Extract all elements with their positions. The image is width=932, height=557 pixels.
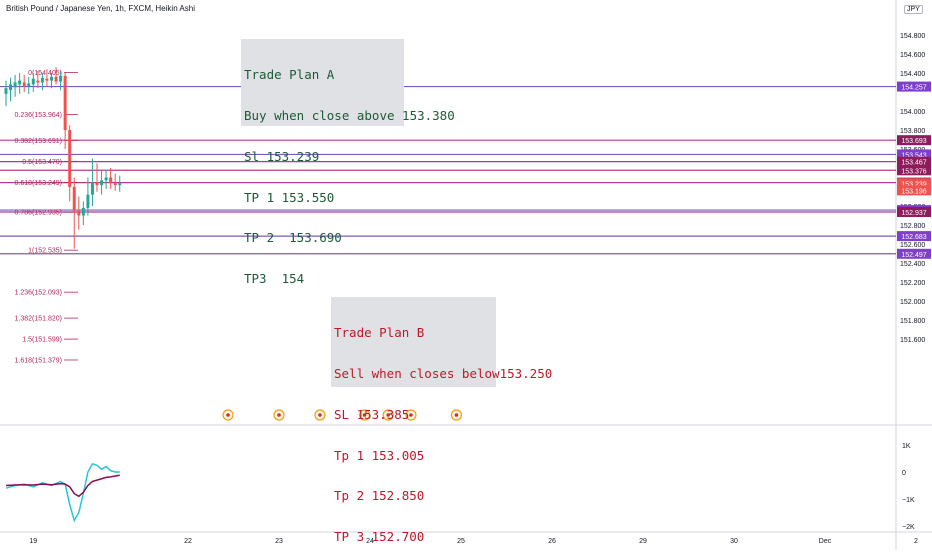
event-marker-dot — [277, 413, 281, 417]
osc-tick-label: 0 — [902, 470, 906, 477]
fib-label: 0.236(153.964) — [15, 112, 62, 119]
plan-b-line: Sell when closes below153.250 — [334, 365, 553, 381]
candle-body — [100, 180, 104, 186]
level-badge-label: 153.693 — [901, 138, 926, 145]
chart-title: British Pound / Japanese Yen, 1h, FXCM, … — [6, 4, 195, 13]
level-badge-label: 152.497 — [901, 252, 926, 259]
price-tick-label: 152.200 — [900, 280, 925, 287]
currency-badge[interactable]: JPY — [904, 5, 923, 14]
plan-a-line: TP3 154 — [244, 271, 305, 287]
candle-body — [22, 82, 26, 87]
level-badge-label: 153.376 — [901, 168, 926, 175]
candle-body — [118, 183, 122, 186]
candle-body — [4, 88, 8, 94]
plan-a-line: Buy when close above 153.380 — [244, 107, 455, 123]
fib-label: 0.382(153.691) — [15, 138, 62, 145]
candle-body — [63, 75, 67, 130]
candle-body — [45, 78, 49, 81]
time-tick-label: Dec — [819, 538, 832, 545]
plan-a-line: Trade Plan A — [244, 67, 335, 83]
candle-body — [86, 194, 90, 208]
level-badge-label: 154.257 — [901, 85, 926, 92]
fib-label: 0.5(153.470) — [22, 159, 62, 166]
candle-body — [95, 182, 99, 186]
price-tick-label: 154.800 — [900, 33, 925, 40]
plan-b-line: Tp 1 153.005 — [334, 447, 425, 463]
candle-body — [9, 84, 13, 91]
fib-label: 0.618(153.249) — [15, 180, 62, 187]
price-tick-label: 154.000 — [900, 109, 925, 116]
candle-body — [90, 182, 94, 195]
candle-body — [68, 130, 72, 187]
candle-body — [50, 76, 53, 81]
fib-label: 1.5(151.599) — [22, 337, 62, 344]
osc-series-line — [5, 463, 120, 523]
candle-body — [27, 83, 31, 87]
time-tick-label: 2 — [914, 538, 918, 545]
candle-body — [77, 210, 81, 216]
price-tick-label: 151.800 — [900, 318, 925, 325]
time-tick-label: 30 — [730, 538, 738, 545]
price-tick-label: 152.000 — [900, 299, 925, 306]
plan-a-line: TP 1 153.550 — [244, 189, 335, 205]
time-tick-label: 19 — [29, 538, 37, 545]
trade-plan-a-note[interactable]: Trade Plan A Buy when close above 153.38… — [241, 39, 455, 285]
level-badge-label: 152.683 — [901, 234, 926, 241]
price-tick-label: 152.800 — [900, 223, 925, 230]
osc-tick-label: −2K — [902, 524, 915, 531]
time-tick-label: 26 — [548, 538, 556, 545]
candle-body — [18, 80, 22, 85]
price-tick-label: 153.800 — [900, 128, 925, 135]
trade-plan-b-note[interactable]: Trade Plan B Sell when closes below153.2… — [331, 297, 553, 543]
plan-a-line: Sl 153.239 — [244, 148, 320, 164]
price-tick-label: 152.600 — [900, 242, 925, 249]
plan-b-line: TP 3 152.700 — [334, 529, 425, 545]
oscillator-pane — [5, 463, 120, 523]
plan-a-line: TP 2 153.690 — [244, 230, 342, 246]
event-marker-dot — [318, 413, 322, 417]
price-tick-label: 151.600 — [900, 337, 925, 344]
candle-body — [59, 75, 63, 82]
osc-tick-label: 1K — [902, 443, 911, 450]
candle-body — [72, 187, 76, 211]
fib-label: 1.618(151.379) — [15, 357, 62, 364]
fib-label: 1.382(151.820) — [15, 316, 62, 323]
candle-body — [54, 76, 58, 82]
plan-b-line: Tp 2 152.850 — [334, 488, 425, 504]
time-tick-label: 23 — [275, 538, 283, 545]
candle-body — [40, 77, 44, 83]
osc-tick-label: −1K — [902, 497, 915, 504]
candle-body — [104, 177, 108, 181]
price-badge-label: 153.196 — [901, 188, 926, 195]
fib-retracement: 0(154.405)0.236(153.964)0.382(153.691)0.… — [15, 70, 78, 364]
plan-b-line: Trade Plan B — [334, 325, 425, 341]
price-tick-label: 152.400 — [900, 261, 925, 268]
price-tick-label: 154.600 — [900, 52, 925, 59]
fib-label: 0.786(152.935) — [15, 210, 62, 217]
candle-body — [113, 183, 117, 186]
candle-body — [109, 177, 113, 184]
fib-label: 1(152.535) — [28, 248, 62, 255]
level-badge-label: 152.937 — [901, 210, 926, 217]
candle-body — [36, 80, 40, 83]
fib-label: 1.236(152.093) — [15, 290, 62, 297]
price-tick-label: 154.400 — [900, 71, 925, 78]
candle-body — [31, 78, 35, 85]
osc-series-line — [5, 474, 120, 498]
event-marker-dot — [226, 413, 230, 417]
plan-b-line: SL 153.385 — [334, 406, 410, 422]
time-tick-label: 29 — [639, 538, 647, 545]
time-tick-label: 22 — [184, 538, 192, 545]
candle-body — [81, 207, 85, 216]
candle-body — [13, 82, 17, 88]
